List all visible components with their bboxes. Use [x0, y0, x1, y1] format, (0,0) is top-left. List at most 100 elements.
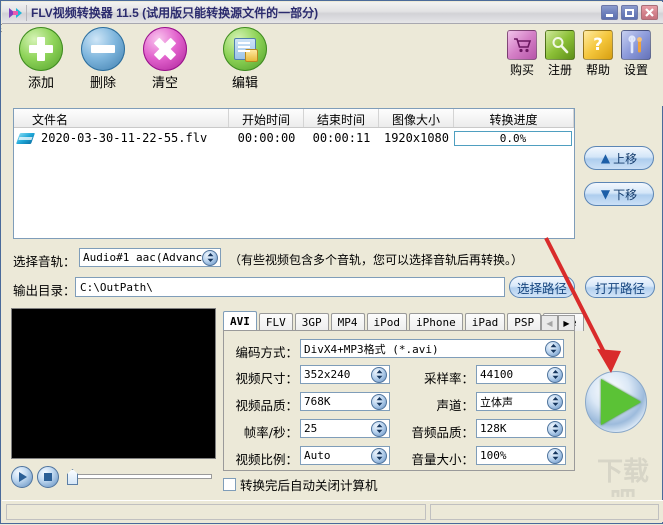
sample-rate-select[interactable]: 44100: [476, 365, 566, 384]
chevron-updown-icon[interactable]: [371, 447, 387, 464]
output-path-input[interactable]: C:\OutPath\: [75, 277, 505, 297]
tab-flv[interactable]: FLV: [258, 313, 293, 331]
register-button[interactable]: 注册: [541, 30, 579, 78]
edit-button[interactable]: 编辑: [214, 27, 276, 91]
auto-shutdown-checkbox[interactable]: [223, 478, 236, 491]
register-button-label: 注册: [547, 63, 572, 77]
stop-button[interactable]: [37, 466, 59, 488]
codec-value: DivX4+MP3格式 (*.avi): [304, 342, 439, 356]
toolbar-right-group: 购买 注册 ? 帮助 设置: [503, 30, 655, 78]
codec-label: 编码方式：: [235, 345, 298, 360]
status-panel-right: [430, 503, 659, 520]
audio-quality-select[interactable]: 128K: [476, 419, 566, 438]
sample-rate-label: 采样率：: [423, 371, 474, 386]
auto-shutdown-row[interactable]: 转换完后自动关闭计算机: [223, 475, 378, 494]
auto-shutdown-label: 转换完后自动关闭计算机: [240, 478, 378, 493]
chevron-updown-icon[interactable]: [371, 366, 387, 383]
tab-ipad[interactable]: iPad: [464, 313, 506, 331]
video-file-icon: [15, 132, 36, 144]
video-size-select[interactable]: 352x240: [300, 365, 390, 384]
chevron-updown-icon[interactable]: [371, 393, 387, 410]
audio-quality-label: 音频品质：: [411, 425, 474, 440]
row-end-time: 00:00:11: [312, 131, 371, 145]
file-list[interactable]: 文件名 开始时间 结束时间 图像大小 转换进度 2020-03-30-11-22…: [13, 108, 575, 239]
codec-select[interactable]: DivX4+MP3格式 (*.avi): [300, 339, 564, 358]
tab-ipod[interactable]: iPod: [366, 313, 407, 331]
edit-button-label: 编辑: [231, 76, 258, 91]
volume-value: 100%: [480, 449, 507, 462]
play-triangle-icon: [601, 379, 641, 425]
settings-button[interactable]: 设置: [617, 30, 655, 78]
row-progress-value: 0.0%: [499, 131, 527, 145]
tab-psp[interactable]: PSP: [507, 313, 542, 331]
add-button-label: 添加: [27, 76, 54, 91]
delete-button[interactable]: 删除: [72, 27, 134, 91]
chevron-updown-icon[interactable]: [547, 366, 563, 383]
row-progress-bar: 0.0%: [454, 130, 572, 146]
play-button[interactable]: [11, 466, 33, 488]
maximize-button[interactable]: [621, 5, 638, 20]
open-path-button[interactable]: 打开路径: [585, 276, 655, 298]
column-header-imagesize[interactable]: 图像大小: [379, 109, 454, 127]
help-button[interactable]: ? 帮助: [579, 30, 617, 78]
question-mark-icon: ?: [583, 30, 613, 60]
table-row[interactable]: 2020-03-30-11-22-55.flv 00:00:00 00:00:1…: [14, 128, 574, 148]
move-down-button[interactable]: ▼ 下移: [584, 182, 654, 206]
channel-value: 立体声: [480, 395, 513, 409]
volume-select[interactable]: 100%: [476, 446, 566, 465]
list-order-buttons: ▲ 上移 ▼ 下移: [584, 146, 654, 218]
minimize-button[interactable]: [601, 5, 618, 20]
chevron-updown-icon[interactable]: [547, 447, 563, 464]
edit-document-icon: [223, 27, 267, 71]
help-button-label: 帮助: [585, 63, 610, 77]
toolbar-left-group: 添加 删除 清空 编辑: [10, 27, 276, 91]
column-header-progress[interactable]: 转换进度: [454, 109, 574, 127]
tab-scroll-right-icon[interactable]: ▶: [558, 315, 575, 331]
status-bar: [2, 500, 663, 522]
tab-mp4[interactable]: MP4: [330, 313, 365, 331]
wrench-tools-icon: [621, 30, 651, 60]
chevron-updown-icon[interactable]: [547, 393, 563, 410]
tab-iphone[interactable]: iPhone: [409, 313, 463, 331]
video-quality-select[interactable]: 768K: [300, 392, 390, 411]
delete-button-label: 删除: [89, 76, 116, 91]
clear-button[interactable]: 清空: [134, 27, 196, 91]
move-down-label: 下移: [613, 187, 638, 202]
tab-avi[interactable]: AVI: [223, 311, 257, 331]
chevron-updown-icon[interactable]: [202, 249, 218, 266]
stop-icon: [44, 473, 52, 481]
title-separator: [26, 4, 27, 21]
audio-track-select[interactable]: Audio#1 aac(Advanced: [79, 248, 221, 267]
video-quality-value: 768K: [304, 395, 331, 408]
aspect-select[interactable]: Auto: [300, 446, 390, 465]
tab-3gp[interactable]: 3GP: [294, 313, 329, 331]
settings-button-label: 设置: [623, 63, 648, 77]
seek-handle[interactable]: [67, 469, 78, 485]
column-header-filename[interactable]: 文件名: [14, 109, 229, 127]
select-path-button[interactable]: 选择路径: [509, 276, 575, 298]
chevron-updown-icon[interactable]: [545, 340, 561, 357]
video-preview[interactable]: [11, 308, 216, 459]
seek-slider[interactable]: [65, 468, 216, 486]
channel-select[interactable]: 立体声: [476, 392, 566, 411]
volume-label: 音量大小：: [411, 452, 474, 467]
application-window: FLV视频转换器 11.5 (试用版只能转换源文件的一部分) 添加 删除 清空 …: [0, 0, 663, 524]
clear-button-label: 清空: [151, 76, 178, 91]
status-panel-left: [6, 503, 426, 520]
output-dir-label: 输出目录：: [13, 283, 76, 298]
convert-button[interactable]: [585, 371, 647, 433]
aspect-label: 视频比例：: [235, 452, 298, 467]
column-header-starttime[interactable]: 开始时间: [229, 109, 304, 127]
column-header-endtime[interactable]: 结束时间: [304, 109, 379, 127]
move-up-button[interactable]: ▲ 上移: [584, 146, 654, 170]
chevron-updown-icon[interactable]: [547, 420, 563, 437]
play-icon: [19, 472, 27, 482]
framerate-select[interactable]: 25: [300, 419, 390, 438]
buy-button[interactable]: 购买: [503, 30, 541, 78]
close-button[interactable]: [641, 5, 658, 20]
chevron-updown-icon[interactable]: [371, 420, 387, 437]
add-button[interactable]: 添加: [10, 27, 72, 91]
audio-track-hint: （有些视频包含多个音轨，您可以选择音轨后再转换。）: [229, 253, 524, 267]
window-controls: [601, 5, 658, 20]
tab-scroll-left-icon[interactable]: ◀: [541, 315, 558, 331]
